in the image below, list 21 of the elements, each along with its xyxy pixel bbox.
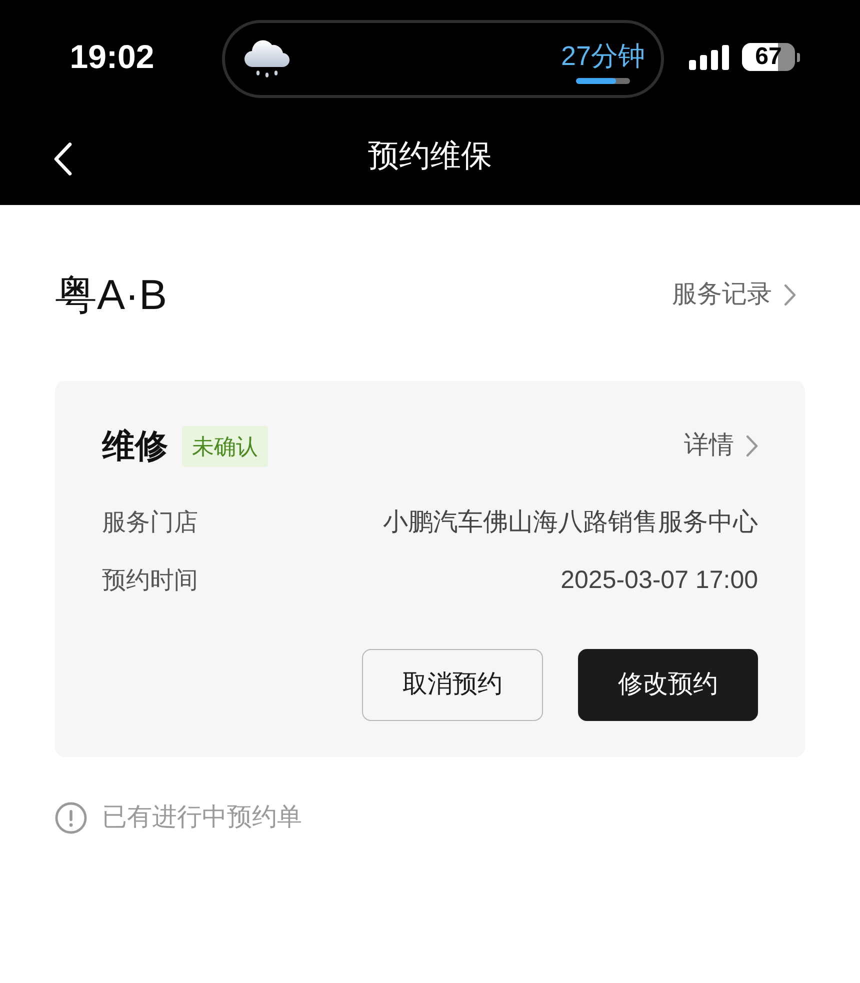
license-plate: 粤A·B [55, 271, 168, 319]
back-chevron-icon [53, 142, 73, 176]
notice-text: 已有进行中预约单 [102, 802, 302, 833]
chevron-right-icon [746, 435, 758, 457]
field-value: 小鹏汽车佛山海八路销售服务中心 [383, 507, 758, 538]
modify-appointment-button[interactable]: 修改预约 [578, 649, 758, 721]
field-label: 服务门店 [102, 508, 198, 538]
status-badge: 未确认 [182, 426, 268, 466]
service-records-link[interactable]: 服务记录 [672, 276, 796, 314]
signal-icon [689, 44, 730, 70]
battery-percent: 67 [755, 43, 782, 71]
chevron-right-icon [784, 284, 796, 306]
clock-time: 19:02 [68, 38, 154, 76]
activity-duration: 27分钟 [560, 40, 645, 72]
field-value: 2025-03-07 17:00 [560, 565, 758, 596]
info-icon [55, 802, 87, 834]
cancel-appointment-button[interactable]: 取消预约 [362, 649, 543, 721]
page-title: 预约维保 [368, 137, 492, 175]
details-link[interactable]: 详情 [684, 427, 758, 465]
appointment-type: 维修 [102, 426, 168, 466]
field-label: 预约时间 [102, 566, 198, 596]
